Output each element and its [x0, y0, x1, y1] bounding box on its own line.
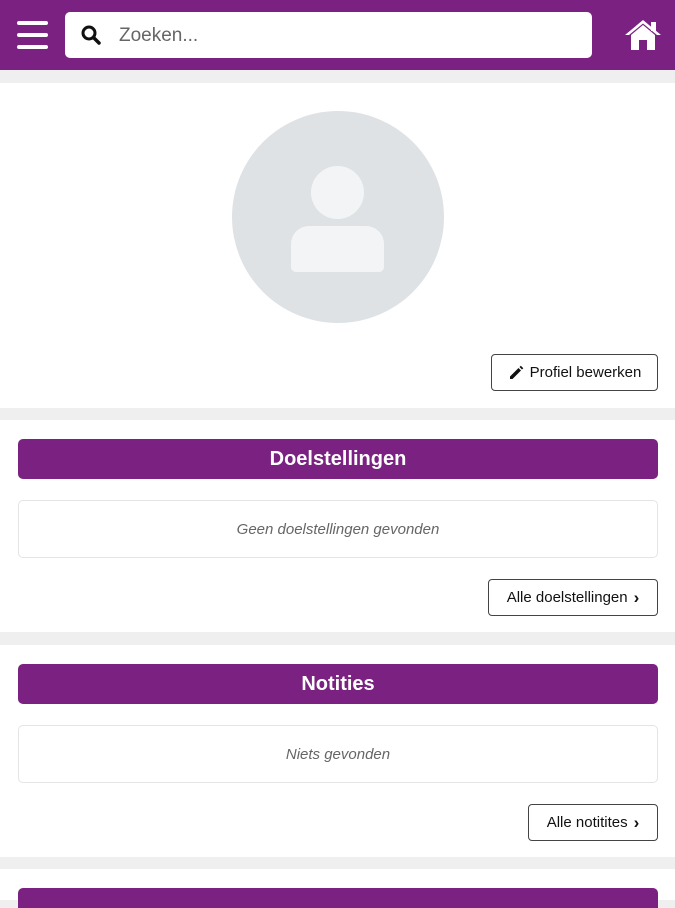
- hamburger-menu-icon[interactable]: [17, 21, 48, 49]
- edit-profile-button[interactable]: Profiel bewerken: [491, 354, 658, 391]
- avatar: [232, 111, 444, 323]
- notes-card: Notities Niets gevonden Alle notitites ›: [0, 645, 675, 857]
- goals-empty-message: Geen doelstellingen gevonden: [18, 500, 658, 558]
- search-bar[interactable]: [65, 12, 592, 58]
- search-input[interactable]: [117, 20, 581, 52]
- next-section-header: [18, 888, 658, 908]
- notes-header: Notities: [18, 664, 658, 704]
- chevron-right-icon: ›: [633, 813, 640, 832]
- goals-card: Doelstellingen Geen doelstellingen gevon…: [0, 420, 675, 632]
- chevron-right-icon: ›: [633, 588, 640, 607]
- all-goals-button[interactable]: Alle doelstellingen ›: [488, 579, 658, 616]
- all-notes-label: Alle notitites: [546, 814, 628, 831]
- pencil-icon: [509, 365, 523, 379]
- goals-header: Doelstellingen: [18, 439, 658, 479]
- notes-empty-message: Niets gevonden: [18, 725, 658, 783]
- edit-profile-label: Profiel bewerken: [529, 364, 642, 381]
- all-notes-button[interactable]: Alle notitites ›: [528, 804, 658, 841]
- profile-card: Profiel bewerken: [0, 83, 675, 408]
- avatar-head: [311, 166, 364, 219]
- all-goals-label: Alle doelstellingen: [506, 589, 628, 606]
- search-icon: [81, 25, 101, 45]
- home-icon[interactable]: [624, 18, 662, 52]
- avatar-body: [291, 226, 384, 272]
- next-card: [0, 869, 675, 908]
- top-app-bar: [0, 0, 675, 70]
